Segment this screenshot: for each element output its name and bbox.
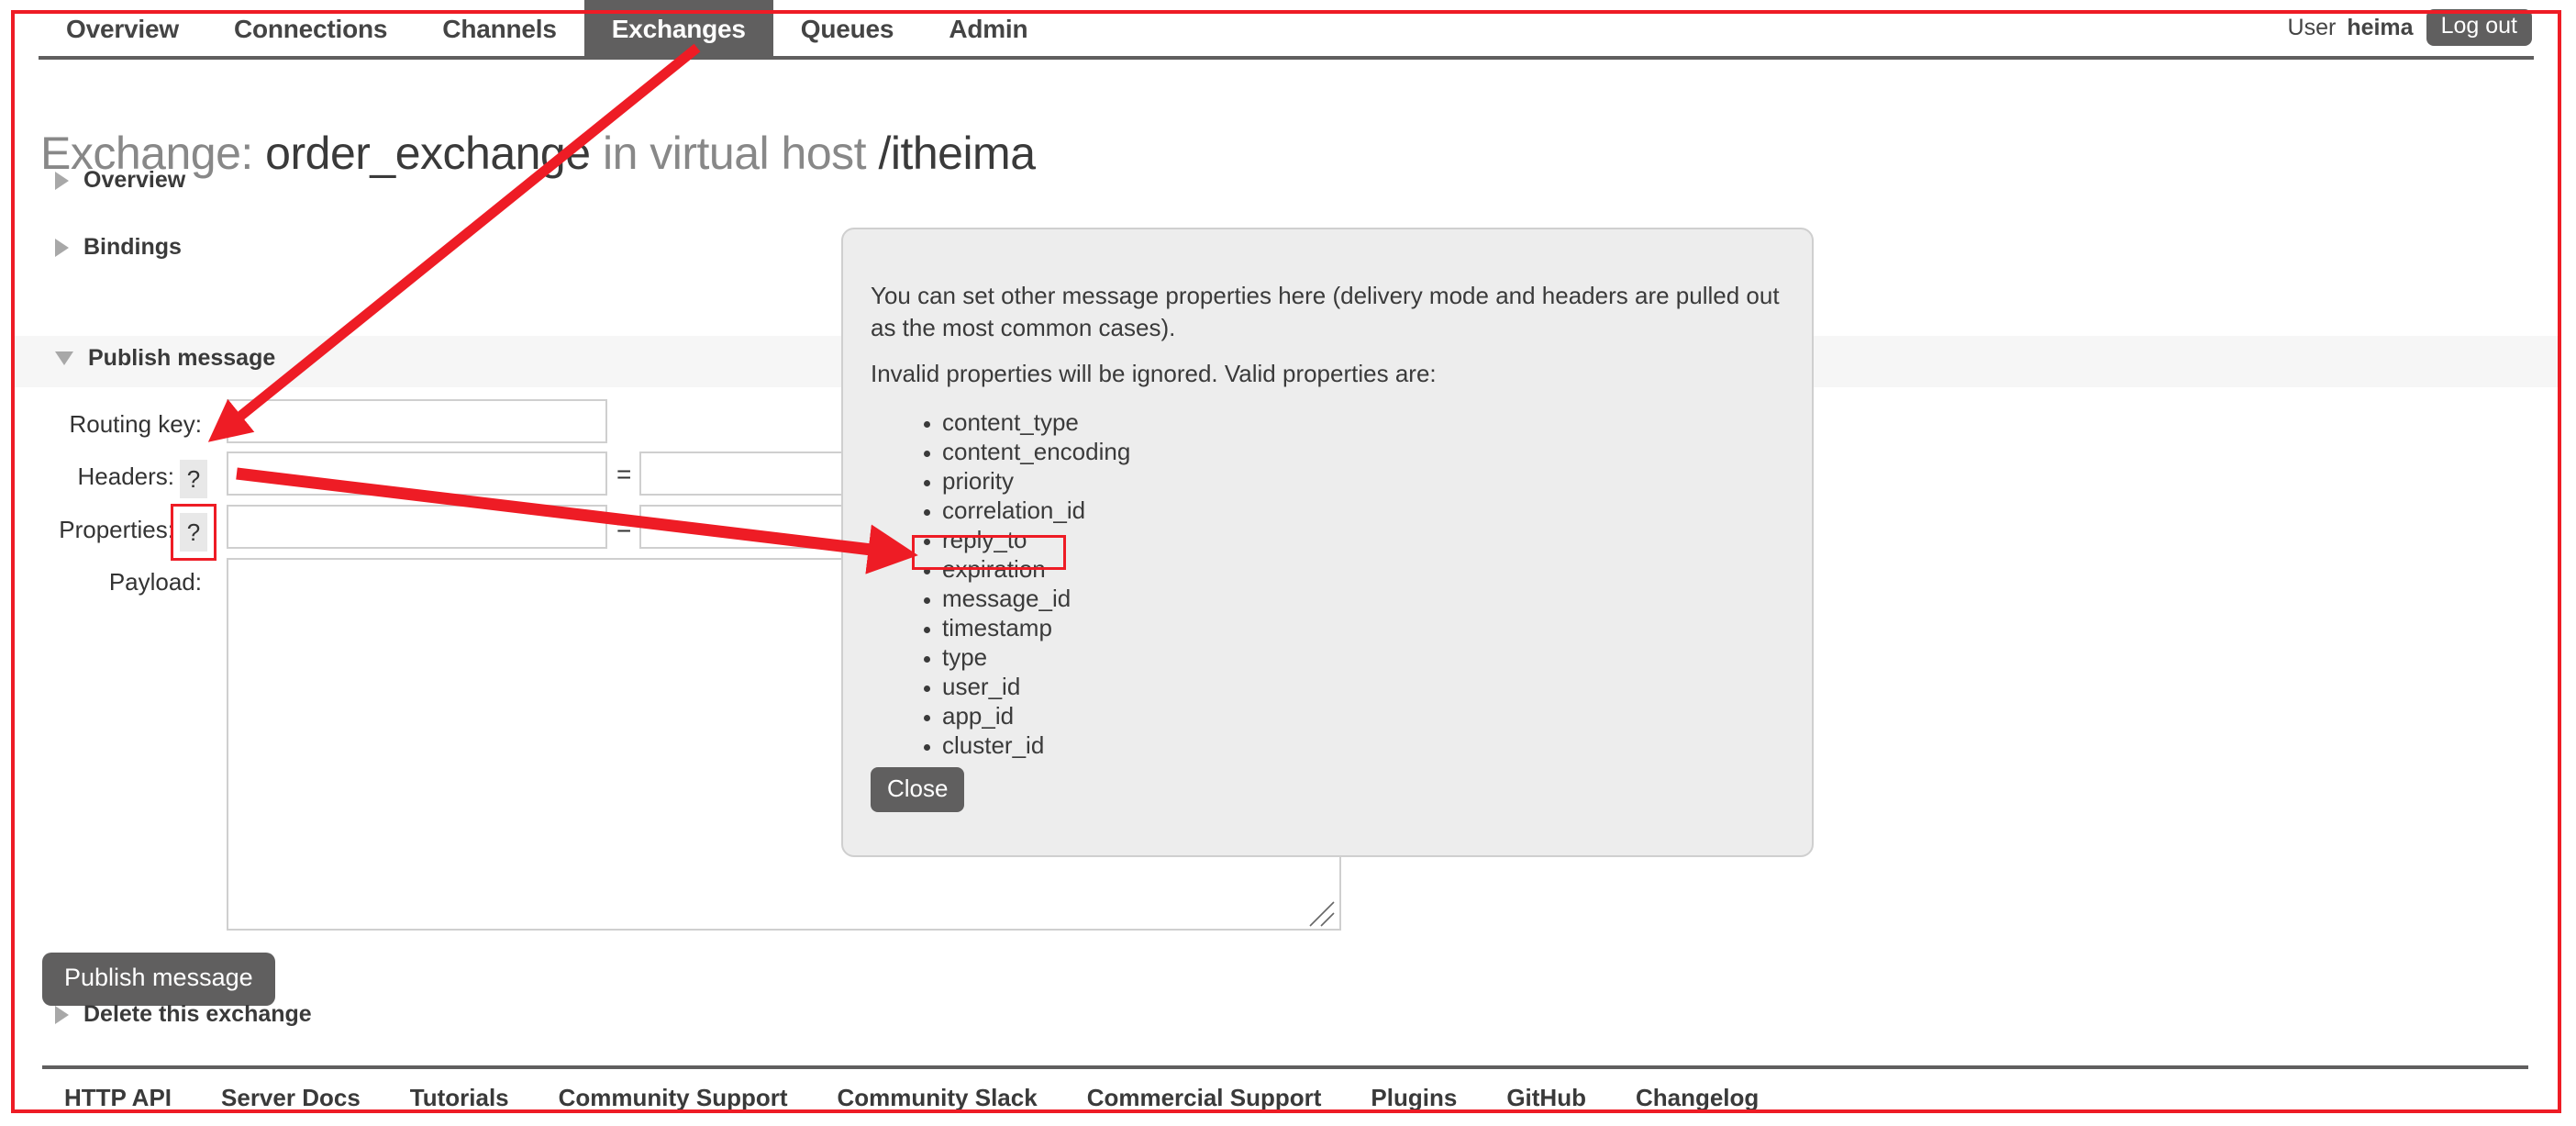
list-item: type xyxy=(942,643,1130,673)
list-item: content_encoding xyxy=(942,438,1130,467)
properties-help-popup: You can set other message properties her… xyxy=(841,228,1814,857)
list-item: message_id xyxy=(942,585,1130,614)
footer-link-list: HTTP API Server Docs Tutorials Community… xyxy=(64,1084,1759,1112)
nav-tab-admin[interactable]: Admin xyxy=(921,0,1055,59)
properties-help-button[interactable]: ? xyxy=(180,513,207,552)
list-item: correlation_id xyxy=(942,496,1130,526)
user-session-area: User heima Log out xyxy=(2288,0,2532,55)
help-popup-invalid-note: Invalid properties will be ignored. Vali… xyxy=(871,360,1437,387)
section-label-delete-exchange: Delete this exchange xyxy=(83,1001,312,1027)
list-item: app_id xyxy=(942,702,1130,731)
list-item: priority xyxy=(942,467,1130,496)
headers-help-button[interactable]: ? xyxy=(180,460,207,498)
list-item-expiration: expiration xyxy=(942,555,1130,585)
user-label: User xyxy=(2287,14,2337,40)
footer-link-tutorials[interactable]: Tutorials xyxy=(410,1084,509,1112)
user-name: heima xyxy=(2347,14,2414,40)
property-key-input[interactable] xyxy=(227,505,607,549)
nav-tab-overview[interactable]: Overview xyxy=(39,0,206,59)
footer-link-community-support[interactable]: Community Support xyxy=(559,1084,788,1112)
top-navbar: Overview Connections Channels Exchanges … xyxy=(0,0,2576,60)
list-item: reply_to xyxy=(942,526,1130,555)
list-item: cluster_id xyxy=(942,731,1130,761)
help-popup-close-button[interactable]: Close xyxy=(871,767,965,812)
list-item: timestamp xyxy=(942,614,1130,643)
section-toggle-publish-message[interactable]: Publish message xyxy=(55,345,275,372)
nav-tab-channels[interactable]: Channels xyxy=(415,0,583,59)
help-popup-intro-text: You can set other message properties her… xyxy=(871,282,1780,342)
payload-label: Payload: xyxy=(108,568,202,596)
page-root: Overview Connections Channels Exchanges … xyxy=(0,0,2576,1126)
chevron-down-icon xyxy=(55,351,73,365)
footer-link-http-api[interactable]: HTTP API xyxy=(64,1084,172,1112)
header-key-input[interactable] xyxy=(227,452,607,496)
nav-tab-exchanges[interactable]: Exchanges xyxy=(583,0,773,59)
footer-link-plugins[interactable]: Plugins xyxy=(1371,1084,1457,1112)
footer-divider xyxy=(42,1065,2528,1069)
publish-message-button[interactable]: Publish message xyxy=(42,953,275,1006)
properties-equals-sign: = xyxy=(616,513,632,541)
logout-button[interactable]: Log out xyxy=(2426,9,2532,46)
routing-key-label: Routing key: xyxy=(69,410,202,438)
footer-link-server-docs[interactable]: Server Docs xyxy=(221,1084,361,1112)
headers-label: Headers: xyxy=(77,463,175,490)
nav-tab-queues[interactable]: Queues xyxy=(773,0,922,59)
chevron-right-icon xyxy=(55,1005,69,1024)
footer-link-community-slack[interactable]: Community Slack xyxy=(838,1084,1038,1112)
properties-label: Properties: xyxy=(59,516,174,543)
footer-link-changelog[interactable]: Changelog xyxy=(1636,1084,1759,1112)
footer-link-commercial-support[interactable]: Commercial Support xyxy=(1087,1084,1322,1112)
section-toggle-delete-exchange[interactable]: Delete this exchange xyxy=(55,1001,312,1028)
valid-properties-list: content_type content_encoding priority c… xyxy=(909,408,1130,761)
headers-equals-sign: = xyxy=(616,460,632,488)
nav-tab-connections[interactable]: Connections xyxy=(206,0,415,59)
routing-key-input[interactable] xyxy=(227,399,607,443)
footer-link-github[interactable]: GitHub xyxy=(1506,1084,1586,1112)
list-item: content_type xyxy=(942,408,1130,438)
section-label-publish-message: Publish message xyxy=(88,345,276,371)
nav-tab-list: Overview Connections Channels Exchanges … xyxy=(39,0,1055,59)
list-item: user_id xyxy=(942,673,1130,702)
